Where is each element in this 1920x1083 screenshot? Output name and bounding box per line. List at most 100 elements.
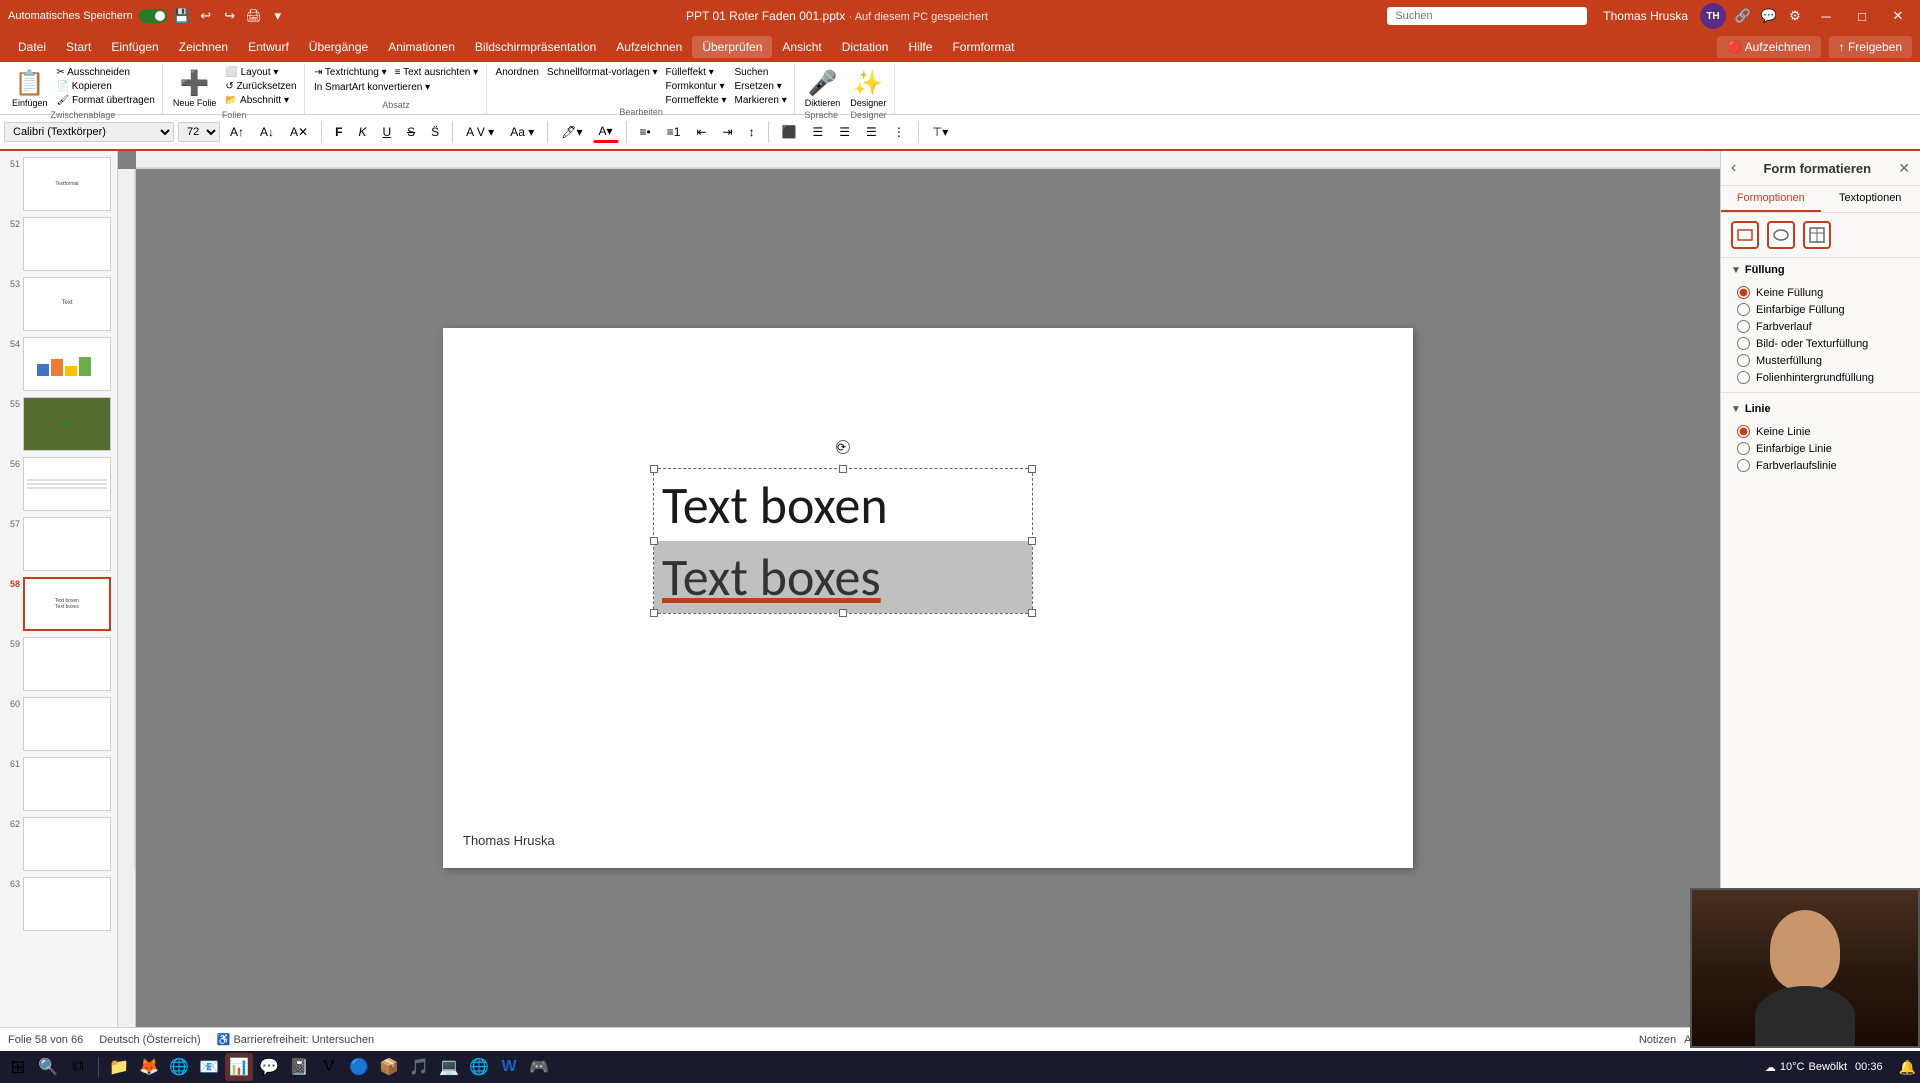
columns-button[interactable]: ⋮ [887,122,911,142]
shape-icon-circle[interactable] [1767,221,1795,249]
slide-thumb-57[interactable]: 57 [2,515,115,573]
slide-thumb-63[interactable]: 63 [2,875,115,933]
font-color-button[interactable]: A▾ [593,121,619,143]
menu-freigeben-btn[interactable]: ↑ Freigeben [1829,36,1912,58]
numbering-button[interactable]: ≡1 [661,122,687,142]
handle-middle-right[interactable] [1028,537,1036,545]
line-option-solid[interactable]: Einfarbige Linie [1737,442,1904,455]
paste-button[interactable]: 📋Einfügen [8,66,52,110]
outlook-button[interactable]: 📧 [195,1053,223,1081]
tab-formoptionen[interactable]: Formoptionen [1721,186,1821,212]
bold-button[interactable]: F [329,122,348,142]
font-size-select[interactable]: 72 [178,122,220,142]
slide-canvas[interactable]: ⟳ Text boxen Text boxes [443,328,1413,868]
handle-bottom-right[interactable] [1028,609,1036,617]
align-right-button[interactable]: ☰ [833,122,856,142]
panel-back-icon[interactable]: ‹ [1731,159,1736,177]
menu-hilfe[interactable]: Hilfe [898,36,942,58]
spotify-button[interactable]: 🎵 [405,1053,433,1081]
slide-thumb-62[interactable]: 62 [2,815,115,873]
menu-ansicht[interactable]: Ansicht [772,36,831,58]
start-button[interactable]: ⊞ [4,1053,32,1081]
undo-icon[interactable]: ↩ [197,7,215,25]
menu-aufzeichnen[interactable]: Aufzeichnen [606,36,692,58]
skype-button[interactable]: 🔵 [345,1053,373,1081]
handle-bottom-left[interactable] [650,609,658,617]
section-button[interactable]: 📂 Abschnitt ▾ [222,94,299,107]
powerpoint-button[interactable]: 📊 [225,1053,253,1081]
clear-format-button[interactable]: A✕ [284,122,314,142]
tab-textoptionen[interactable]: Textoptionen [1821,186,1920,212]
text-line1[interactable]: Text boxen [654,469,1032,541]
slide-thumb-53[interactable]: 53 Text [2,275,115,333]
copy-button[interactable]: 📄 Kopieren [54,80,158,93]
explorer-button[interactable]: 📁 [105,1053,133,1081]
minimize-button[interactable]: ─ [1812,2,1840,30]
line-spacing-button[interactable]: ↕ [743,122,761,142]
change-case-button[interactable]: Aa ▾ [504,122,540,142]
menu-start[interactable]: Start [56,36,101,58]
rdp-button[interactable]: 💻 [435,1053,463,1081]
chrome-button[interactable]: 🌐 [165,1053,193,1081]
increase-font-button[interactable]: A↑ [224,122,250,142]
smartart-button[interactable]: In SmartArt konvertieren ▾ [311,81,433,94]
handle-top-right[interactable] [1028,465,1036,473]
firefox-button[interactable]: 🦊 [135,1053,163,1081]
search-taskbar-button[interactable]: 🔍 [34,1053,62,1081]
suchen-button[interactable]: Suchen [732,66,790,79]
menu-einfügen[interactable]: Einfügen [101,36,168,58]
format-transfer-button[interactable]: 🖌 Format übertragen [54,94,158,107]
print-icon[interactable]: 🖨 [245,7,263,25]
layout-button[interactable]: ⬜ Layout ▾ [222,66,299,79]
save-icon[interactable]: 💾 [173,7,191,25]
taskview-button[interactable]: ⧉ [64,1053,92,1081]
menu-übergänge[interactable]: Übergänge [299,36,378,58]
shape-icon-rect[interactable] [1731,221,1759,249]
align-text-button[interactable]: ≡ Text ausrichten ▾ [392,66,482,79]
formkontur-button[interactable]: Formkontur ▾ [663,80,730,93]
text-line2[interactable]: Text boxes [654,541,1032,613]
word-button[interactable]: W [495,1053,523,1081]
notification-icon[interactable]: 🔔 [1899,1059,1916,1076]
ersetzen-button[interactable]: Ersetzen ▾ [732,80,790,93]
handle-bottom-center[interactable] [839,609,847,617]
slide-thumb-58[interactable]: 58 Text boxenText boxes [2,575,115,633]
filezilla-button[interactable]: 📦 [375,1053,403,1081]
text-direction-button[interactable]: ⇥ Textrichtung ▾ [311,66,390,79]
teams-button[interactable]: 💬 [255,1053,283,1081]
menu-formformat[interactable]: Formformat [942,36,1024,58]
comment-icon[interactable]: 💬 [1760,7,1778,25]
slide-thumb-59[interactable]: 59 [2,635,115,693]
menu-animationen[interactable]: Animationen [378,36,465,58]
redo-icon[interactable]: ↪ [221,7,239,25]
menu-aufzeichnen-btn[interactable]: 🔴 Aufzeichnen [1717,36,1821,58]
search-input[interactable] [1387,7,1587,25]
line-option-gradient[interactable]: Farbverlaufslinie [1737,459,1904,472]
formeffekte-button[interactable]: Formeffekte ▾ [663,94,730,107]
reset-button[interactable]: ↺ Zurücksetzen [222,80,299,93]
schnellformat-button[interactable]: Schnellformat-vorlagen ▾ [544,66,661,79]
menu-bildschirm[interactable]: Bildschirmpräsentation [465,36,606,58]
filling-option-solid[interactable]: Einfarbige Füllung [1737,303,1904,316]
slide-thumb-51[interactable]: 51 Textformat [2,155,115,213]
handle-middle-left[interactable] [650,537,658,545]
font-family-select[interactable]: Calibri (Textkörper) [4,122,174,142]
slide-thumb-61[interactable]: 61 [2,755,115,813]
shape-icon-table[interactable] [1803,221,1831,249]
user-avatar[interactable]: TH [1700,3,1726,29]
section-line-header[interactable]: ▼ Linie [1721,397,1920,421]
align-center-button[interactable]: ☰ [807,122,830,142]
slide-thumb-60[interactable]: 60 [2,695,115,753]
notes-button[interactable]: Notizen [1639,1034,1676,1046]
settings-icon[interactable]: ⚙ [1786,7,1804,25]
designer-button[interactable]: ✨Designer [846,66,890,110]
strikethrough-button[interactable]: S [401,122,421,142]
language-selector[interactable]: Deutsch (Österreich) [99,1034,200,1046]
filling-option-gradient[interactable]: Farbverlauf [1737,320,1904,333]
shadow-button[interactable]: S̈ [425,122,445,142]
menu-überprüfen[interactable]: Überprüfen [692,36,772,58]
indent-less-button[interactable]: ⇤ [690,122,712,142]
fülleffekt-button[interactable]: Fülleffekt ▾ [663,66,730,79]
autosave-toggle[interactable] [139,9,167,23]
handle-top-center[interactable] [839,465,847,473]
